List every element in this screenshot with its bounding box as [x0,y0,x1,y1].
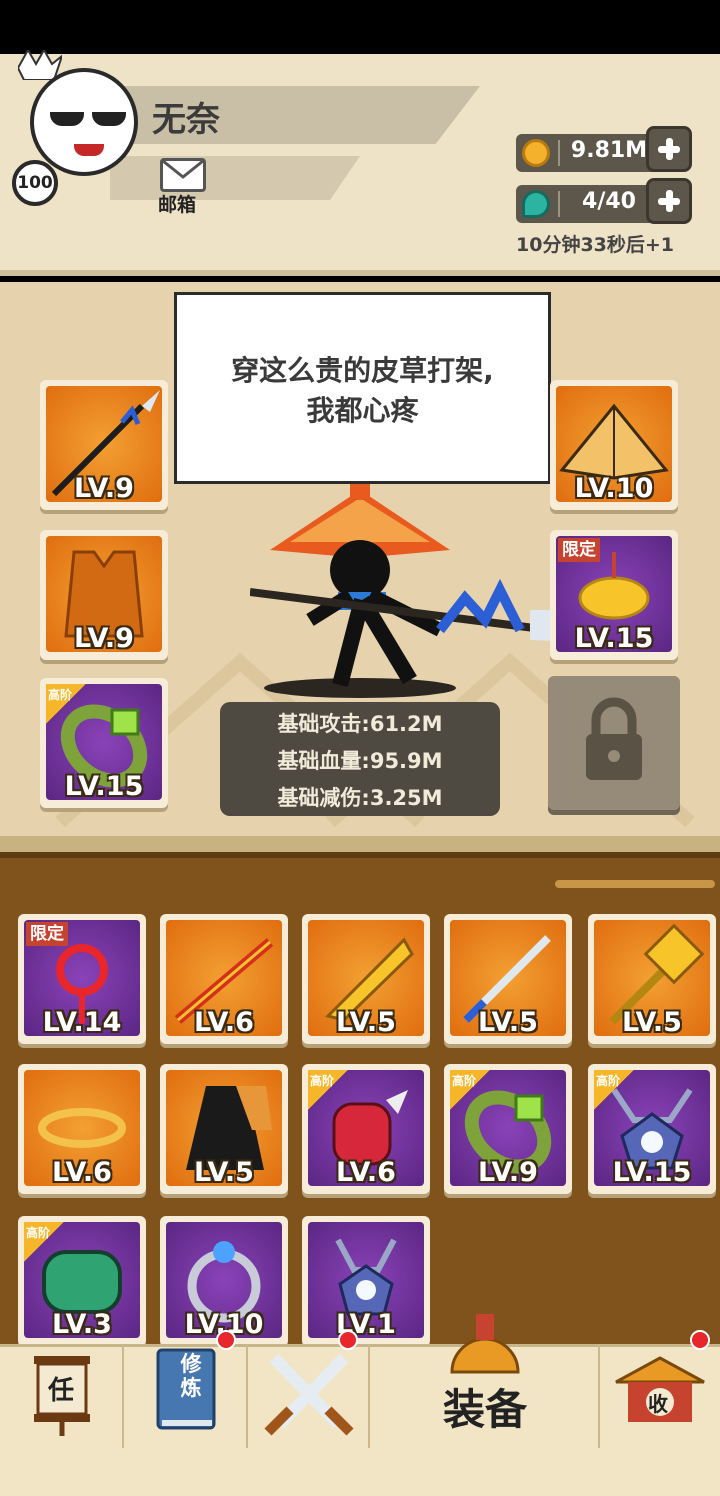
crossed-swords-icon [264,1353,354,1436]
item-level: LV.5 [336,1007,396,1038]
item-level: LV.5 [622,1007,682,1038]
coin-value: 9.81M [570,138,648,163]
equip-slot-accessory[interactable]: 限定 LV.15 [550,530,678,660]
item-level: LV.15 [612,1157,692,1188]
equip-slot-weapon[interactable]: LV.9 [40,380,168,510]
accessory-tag: 限定 [558,538,600,562]
collection-notification-dot [690,1330,710,1350]
mail-icon[interactable] [160,158,206,192]
weapon-level: LV.9 [74,473,134,504]
stat-hp: 基础血量:95.9M [277,749,443,773]
nav-equipment-label: 装备 [442,1385,527,1434]
energy-gem-icon [522,190,550,218]
speech-line-2: 我都心疼 [306,394,419,427]
inventory-item[interactable]: 高阶 LV.15 [588,1064,716,1194]
player-name: 无奈 [152,100,220,140]
ring-level: LV.15 [64,771,144,802]
item-tag: 高阶 [26,1226,51,1240]
nav-tasks[interactable]: 任 [0,1344,124,1448]
player-level-badge: 100 [12,160,58,206]
nav-cultivate[interactable]: 修炼 [124,1330,248,1448]
hat-level: LV.10 [574,473,654,504]
equip-slot-hat[interactable]: LV.10 [550,380,678,510]
inventory-item[interactable]: 高阶 LV.9 [444,1064,572,1194]
inventory-item[interactable]: LV.5 [588,914,716,1044]
nav-tasks-char: 任 [48,1376,75,1406]
item-level: LV.6 [336,1157,396,1188]
nav-battle[interactable] [248,1330,370,1448]
inventory-item[interactable]: 高阶 LV.3 [18,1216,146,1346]
avatar-face [30,68,138,176]
nav-cultivate-label: 修炼 [180,1352,202,1400]
item-tag: 高阶 [310,1074,335,1088]
cultivate-notification-dot [216,1330,236,1350]
coin-counter: 9.81M [516,134,666,172]
inventory-item[interactable]: LV.5 [444,914,572,1044]
equip-slot-ring[interactable]: 高阶 LV.15 [40,678,168,808]
inventory-item[interactable]: LV.6 [18,1064,146,1194]
energy-timer: 10分钟33秒后+1 [516,234,675,256]
inventory-item[interactable]: 高阶 LV.6 [302,1064,430,1194]
accessory-level: LV.15 [574,623,654,654]
mail-label[interactable]: 邮箱 [158,190,196,217]
inventory-item[interactable]: LV.6 [160,914,288,1044]
nav-collection[interactable]: 收 [600,1330,720,1448]
item-level: LV.9 [478,1157,538,1188]
item-level: LV.6 [52,1157,112,1188]
stat-attack: 基础攻击:61.2M [277,712,443,736]
item-tag: 高阶 [596,1074,621,1088]
inventory-item[interactable]: LV.5 [302,914,430,1044]
nav-collection-char: 收 [648,1392,668,1416]
equip-slot-armor[interactable]: LV.9 [40,530,168,660]
item-level: LV.6 [194,1007,254,1038]
bottom-safe-area [0,1448,720,1496]
item-level: LV.14 [42,1007,122,1038]
armor-level: LV.9 [74,623,134,654]
battle-notification-dot [338,1330,358,1350]
add-coins-button[interactable] [646,126,692,172]
status-bar [0,0,720,54]
inventory-item[interactable]: LV.5 [160,1064,288,1194]
energy-counter: 4/40 [516,185,666,223]
coin-icon [522,139,550,167]
speech-line-1: 穿这么贵的皮草打架, [231,354,494,387]
avatar[interactable]: 100 [12,50,152,206]
add-energy-button[interactable] [646,178,692,224]
item-tag: 限定 [26,922,68,946]
energy-value: 4/40 [582,189,636,214]
locked-slot[interactable] [548,676,680,810]
inventory-item[interactable]: LV.1 [302,1216,430,1346]
display-floor [0,836,720,852]
lock-icon [586,697,642,780]
inventory-scrollbar[interactable] [555,880,715,888]
helmet-icon [450,1314,520,1374]
inventory-item[interactable]: LV.10 [160,1216,288,1346]
item-level: LV.5 [478,1007,538,1038]
inventory-item[interactable]: 限定 LV.14 [18,914,146,1044]
stats-panel: 基础攻击:61.2M 基础血量:95.9M 基础减伤:3.25M [220,702,500,816]
speech-bubble: 穿这么贵的皮草打架, 我都心疼 [174,292,551,484]
item-level: LV.3 [52,1309,112,1340]
item-level: LV.5 [194,1157,254,1188]
item-level: LV.1 [336,1309,396,1340]
nav-equipment[interactable]: 装备 [370,1314,600,1448]
item-tag: 高阶 [452,1074,477,1088]
stat-defense: 基础减伤:3.25M [277,786,443,810]
